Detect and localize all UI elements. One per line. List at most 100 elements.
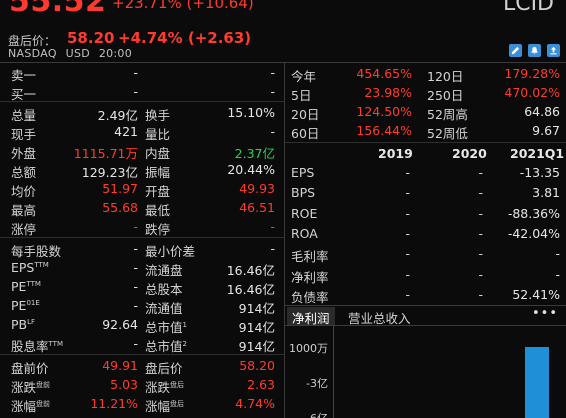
ticker-symbol: LCID bbox=[502, 0, 554, 16]
after-hours-change-abs: (+2.63) bbox=[187, 29, 252, 47]
financial-value: - bbox=[478, 286, 483, 302]
quote-value: - bbox=[270, 219, 275, 234]
net-profit-bar bbox=[525, 347, 549, 418]
quote-value: 16.46亿 bbox=[226, 263, 275, 278]
quote-label-text: 总量 bbox=[11, 108, 37, 123]
quote-header: 55.52 +23.71% (+10.64) LCID 盘后价： 58.20 +… bbox=[0, 0, 566, 62]
performance-period: 120日 bbox=[427, 69, 464, 84]
financial-value: -13.35 bbox=[519, 165, 560, 180]
quote-label-superscript: 1 bbox=[182, 320, 187, 329]
net-profit-chart: 1000万 -3亿 -6亿 bbox=[285, 325, 566, 418]
quote-label-text: 流通盘 bbox=[145, 263, 183, 278]
quote-label: 涨幅盘后 bbox=[145, 396, 184, 415]
quote-label-text: 总股本 bbox=[145, 282, 183, 297]
quote-label-superscript: TTM bbox=[26, 279, 41, 288]
quote-value: 421 bbox=[114, 124, 138, 139]
quote-value: 5.03 bbox=[110, 377, 138, 392]
quote-label: 涨跌盘前 bbox=[11, 377, 50, 396]
financials-header: 2019 2020 2021Q1 bbox=[285, 145, 566, 164]
quote-row: 总量 2.49亿 换手 15.10% bbox=[0, 104, 284, 123]
quote-label: EPSTTM bbox=[11, 260, 49, 275]
performance-value: 454.65% bbox=[356, 66, 412, 81]
quote-row: PE01E - 流通值 914亿 bbox=[0, 297, 284, 316]
tab-net-profit[interactable]: 净利润 bbox=[287, 307, 335, 326]
quote-label: 总额 bbox=[11, 162, 36, 181]
quote-row: 总额 129.23亿 振幅 20.44% bbox=[0, 161, 284, 180]
performance-value: 124.50% bbox=[356, 104, 412, 119]
fin-year-2020: 2020 bbox=[452, 146, 487, 161]
quote-label: 流通值 bbox=[145, 298, 183, 317]
bell-icon[interactable] bbox=[528, 44, 541, 57]
quote-value: 1115.71万 bbox=[73, 146, 138, 161]
edit-icon[interactable] bbox=[509, 44, 522, 57]
quote-value: 2.63 bbox=[247, 377, 275, 392]
quote-label-text: 开盘 bbox=[145, 184, 171, 199]
quote-value: 58.20 bbox=[239, 358, 275, 373]
performance-value: 64.86 bbox=[524, 104, 560, 119]
quote-label: 总市值2 bbox=[145, 336, 187, 355]
fin-year-2021q1: 2021Q1 bbox=[510, 146, 565, 161]
section-divider bbox=[285, 142, 566, 143]
chart-y-axis bbox=[333, 326, 334, 418]
share-icon[interactable] bbox=[547, 44, 560, 57]
quote-value: 11.21% bbox=[90, 396, 138, 411]
quote-value: 55.68 bbox=[102, 200, 138, 215]
quote-value: 2.37亿 bbox=[234, 146, 275, 161]
quote-label-superscript: 01E bbox=[26, 298, 40, 307]
market-info: NASDAQ USD 20:00 bbox=[8, 47, 137, 60]
quote-row: PBLF 92.64 总市值1 914亿 bbox=[0, 316, 284, 335]
financial-value: - bbox=[478, 225, 483, 241]
financial-value: - bbox=[405, 225, 410, 241]
quote-value: 46.51 bbox=[239, 200, 275, 215]
quote-label-text: 跌停 bbox=[145, 222, 171, 237]
quote-label: 换手 bbox=[145, 105, 170, 124]
exchange-label: NASDAQ bbox=[8, 47, 57, 60]
quote-label-text: 外盘 bbox=[11, 146, 37, 161]
quote-label-text: 涨停 bbox=[11, 222, 37, 237]
financial-value: - bbox=[405, 165, 410, 180]
quote-value: - bbox=[133, 65, 138, 80]
financial-value: - bbox=[478, 246, 483, 262]
quote-label: 盘后价 bbox=[145, 358, 183, 377]
quote-label: 振幅 bbox=[145, 162, 170, 181]
section-divider bbox=[0, 237, 284, 238]
quote-label-text: 总市值 bbox=[145, 339, 183, 354]
quote-value: - bbox=[133, 260, 138, 275]
quote-value: - bbox=[133, 219, 138, 234]
more-options-button[interactable]: ••• bbox=[532, 306, 558, 321]
financial-value: - bbox=[478, 185, 483, 201]
financials-row: 负债率 - - 52.41% bbox=[285, 286, 566, 305]
quote-label: PBLF bbox=[11, 317, 35, 332]
quote-row: 最高 55.68 最低 46.51 bbox=[0, 199, 284, 218]
quote-label: 涨停 bbox=[11, 219, 36, 238]
performance-period: 52周低 bbox=[427, 126, 468, 141]
financial-value: -42.04% bbox=[507, 225, 560, 241]
financial-value: - bbox=[478, 165, 483, 180]
financials-row: ROA - - -42.04% bbox=[285, 225, 566, 244]
quote-row: PETTM - 总股本 16.46亿 bbox=[0, 278, 284, 297]
quote-value: - bbox=[133, 298, 138, 313]
quote-label: 外盘 bbox=[11, 143, 36, 162]
quote-value: 92.64 bbox=[102, 317, 138, 332]
quote-label-text: 流通值 bbox=[145, 301, 183, 316]
quote-row: 现手 421 量比 - bbox=[0, 123, 284, 142]
performance-value: 23.98% bbox=[364, 85, 412, 100]
quote-row: 涨幅盘前 11.21% 涨幅盘后 4.74% bbox=[0, 395, 284, 414]
quote-value: - bbox=[270, 124, 275, 139]
financials-row: BPS - - 3.81 bbox=[285, 184, 566, 203]
financials-row: EPS - - -13.35 bbox=[285, 164, 566, 183]
quote-value: 20.44% bbox=[227, 162, 275, 177]
quote-label-text: 内盘 bbox=[145, 146, 171, 161]
after-hours-change: +4.74% (+2.63) bbox=[118, 29, 251, 47]
quote-value: 914亿 bbox=[238, 301, 275, 316]
performance-period: 5日 bbox=[291, 88, 312, 103]
tab-revenue[interactable]: 营业总收入 bbox=[343, 307, 416, 326]
quote-label-text: 买一 bbox=[11, 87, 37, 102]
quote-value: - bbox=[270, 65, 275, 80]
quote-label-text: 涨跌 bbox=[145, 380, 171, 395]
quote-label-text: 卖一 bbox=[11, 68, 37, 83]
quote-label: 涨幅盘前 bbox=[11, 396, 50, 415]
financials-row: 净利率 - - - bbox=[285, 266, 566, 285]
quote-value: 49.91 bbox=[102, 358, 138, 373]
quote-row: 外盘 1115.71万 内盘 2.37亿 bbox=[0, 142, 284, 161]
